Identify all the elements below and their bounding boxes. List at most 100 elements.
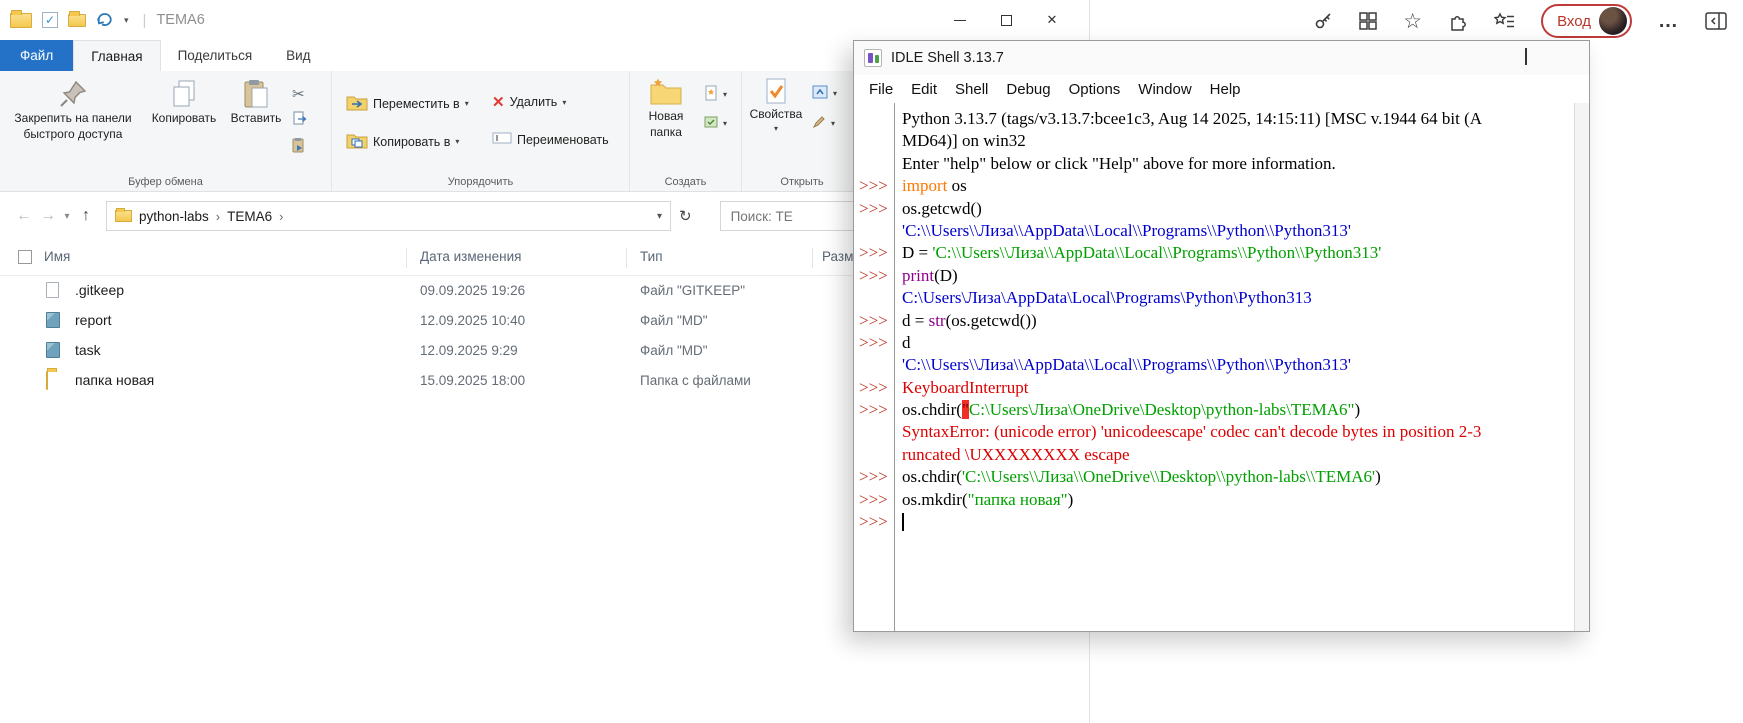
column-separator[interactable] [626,248,627,268]
file-date: 12.09.2025 9:29 [420,343,518,358]
tab-home[interactable]: Главная [73,40,160,71]
idle-scrollbar[interactable] [1574,103,1589,631]
column-separator[interactable] [812,248,813,268]
file-name: папка новая [75,372,154,388]
idle-maximize-button[interactable] [1511,49,1541,64]
window-controls: ✕ [937,0,1075,40]
favorites-star-icon[interactable]: ☆ [1403,11,1422,32]
copy-to-button[interactable]: Копировать в ▾ [346,131,459,152]
paste-icon [243,79,269,109]
maximize-button[interactable] [983,0,1029,40]
open-button[interactable]: ▾ [812,85,837,102]
idle-menubar: FileEditShellDebugOptionsWindowHelp [854,75,1589,103]
new-item-button[interactable]: ▾ [704,85,727,104]
quick-access-checkbox-icon[interactable]: ✓ [42,12,58,28]
tab-share[interactable]: Поделиться [161,40,270,71]
rename-icon [492,131,512,148]
close-button[interactable]: ✕ [1029,0,1075,40]
breadcrumb-chevron-icon: › [216,209,220,224]
minimize-button[interactable] [937,0,983,40]
breadcrumb-item[interactable]: python-labs [139,209,209,224]
title-separator: | [143,12,147,29]
up-button[interactable]: ↑ [74,207,98,225]
signin-button[interactable]: Вход [1541,4,1632,38]
copy-to-label: Копировать в [373,135,450,149]
idle-titlebar: IDLE Shell 3.13.7 [854,41,1589,75]
delete-label: Удалить [510,95,558,109]
easy-access-button[interactable]: ▾ [704,115,727,132]
idle-menu-item[interactable]: Edit [902,81,946,98]
easy-access-chevron-icon: ▾ [723,119,727,128]
idle-menu-item[interactable]: Options [1060,81,1130,98]
paste-label: Вставить [231,112,282,125]
new-item-icon [704,85,718,104]
file-icon [46,312,60,328]
shell-line: >>> [854,512,1574,534]
refresh-icon[interactable]: ↻ [679,207,692,225]
shell-line: >>>os.chdir("C:\Users\Лиза\OneDrive\Desk… [854,400,1574,422]
paste-shortcut-button[interactable] [292,137,306,156]
new-folder-button[interactable]: Новая папка [634,77,698,139]
tab-file[interactable]: Файл [0,40,73,71]
cut-button[interactable]: ✂ [292,85,305,103]
settings-more-icon[interactable]: … [1658,10,1679,33]
group-open: Свойства ▾ ▾ [742,71,862,191]
move-to-button[interactable]: Переместить в ▾ [346,93,469,114]
sidebar-toggle-icon[interactable] [1705,12,1727,30]
column-header-name[interactable]: Имя [44,249,70,264]
column-header-date[interactable]: Дата изменения [420,249,521,264]
pin-to-quick-access-button[interactable]: Закрепить на панели быстрого доступа [8,79,138,141]
toolbar-customize-chevron-icon[interactable]: ▾ [124,15,129,26]
quick-access-folder-icon[interactable] [68,14,86,27]
idle-app-icon [864,49,882,67]
open-icon [812,85,828,102]
shell-prompt: >>> [854,311,894,331]
new-folder-icon [649,77,683,107]
move-to-label: Переместить в [373,97,460,111]
idle-menu-item[interactable]: File [860,81,902,98]
shell-line: >>>d = str(os.getcwd()) [854,311,1574,333]
select-all-checkbox[interactable] [18,250,32,264]
idle-menu-item[interactable]: Debug [997,81,1059,98]
pin-label-2: быстрого доступа [24,128,123,141]
properties-button[interactable]: Свойства ▾ [746,77,806,133]
file-name: .gitkeep [75,282,124,298]
shell-prompt: >>> [854,266,894,286]
idle-menu-item[interactable]: Window [1129,81,1200,98]
collections-grid-icon[interactable] [1359,12,1377,30]
breadcrumb-item[interactable]: ТЕМА6 [227,209,272,224]
extensions-icon[interactable] [1448,11,1468,31]
copy-path-button[interactable] [292,111,308,130]
idle-menu-item[interactable]: Shell [946,81,997,98]
idle-shell-editor[interactable]: Python 3.13.7 (tags/v3.13.7:bcee1c3, Aug… [854,103,1574,631]
edit-button[interactable]: ▾ [812,115,835,132]
search-placeholder: Поиск: ТЕ [731,209,793,224]
forward-button[interactable]: → [36,207,60,225]
tab-view[interactable]: Вид [269,40,327,71]
edge-toolbar: ☆ Вход … [1090,0,1743,42]
recent-locations-chevron-icon[interactable]: ▾ [60,211,74,222]
idle-menu-item[interactable]: Help [1201,81,1250,98]
address-dropdown-chevron-icon[interactable]: ▾ [657,211,662,222]
shell-line: >>>d [854,333,1574,355]
delete-chevron-icon: ▾ [562,98,566,107]
copy-button[interactable]: Копировать [142,79,226,125]
delete-button[interactable]: ✕ Удалить ▾ [492,93,566,111]
shell-line: >>>print(D) [854,266,1574,288]
back-button[interactable]: ← [12,207,36,225]
column-header-type[interactable]: Тип [640,249,663,264]
favorites-list-icon[interactable] [1494,12,1515,30]
undo-icon[interactable] [96,10,114,31]
column-separator[interactable] [406,248,407,268]
properties-icon [764,77,788,105]
shell-lines: Python 3.13.7 (tags/v3.13.7:bcee1c3, Aug… [854,109,1574,534]
paste-button[interactable]: Вставить [228,79,284,125]
shell-line: MD64)] on win32 [854,131,1574,153]
shell-line: >>>D = 'C:\\Users\\Лиза\\AppData\\Local\… [854,243,1574,265]
shell-line: 'C:\\Users\\Лиза\\AppData\\Local\\Progra… [854,221,1574,243]
address-input[interactable]: python-labs › ТЕМА6 › ▾ [106,201,671,231]
password-key-icon[interactable] [1313,11,1333,31]
signin-label: Вход [1557,13,1591,30]
rename-button[interactable]: Переименовать [492,131,609,148]
file-icon [46,282,59,298]
